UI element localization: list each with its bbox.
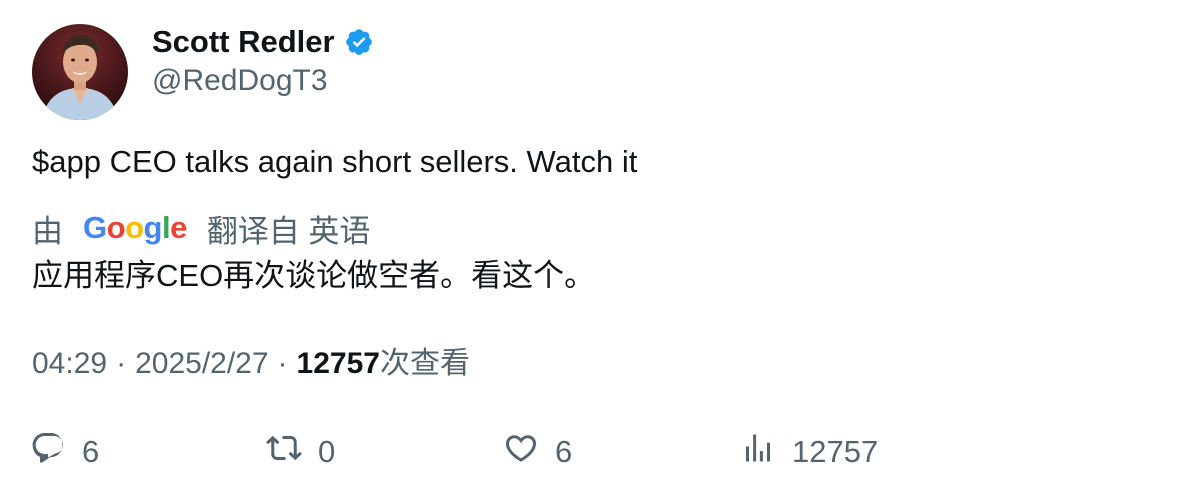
heart-icon — [503, 430, 539, 474]
author-display-name[interactable]: Scott Redler — [152, 24, 335, 60]
action-bar: 6 0 6 12757 — [0, 430, 1196, 474]
avatar[interactable] — [32, 24, 128, 120]
reply-count: 6 — [82, 434, 100, 469]
views-label: 次查看 — [379, 347, 470, 380]
tweet-date[interactable]: 2025/2/27 — [135, 342, 268, 386]
avatar-image — [32, 24, 128, 120]
tweet-time[interactable]: 04:29 — [32, 342, 107, 386]
reply-icon — [30, 430, 66, 474]
meta-separator: · — [277, 347, 288, 380]
tweet-meta: 04:29 · 2025/2/27 · 12757 次查看 — [32, 342, 470, 386]
author-block: Scott Redler @RedDogT3 — [152, 22, 374, 98]
analytics-icon — [740, 430, 776, 474]
views-count: 12757 — [296, 347, 380, 380]
verified-badge-icon[interactable] — [344, 27, 374, 57]
meta-separator: · — [116, 347, 127, 380]
tweet-text: $app CEO talks again short sellers. Watc… — [32, 144, 638, 179]
translation-attribution: 由 Google 翻译自 英语 — [32, 206, 370, 250]
author-handle[interactable]: @RedDogT3 — [152, 64, 374, 98]
retweet-count: 0 — [318, 434, 336, 469]
views-button[interactable]: 12757 — [740, 430, 878, 474]
retweet-button[interactable]: 0 — [266, 430, 335, 474]
google-logo[interactable]: Google — [83, 210, 187, 246]
name-row: Scott Redler — [152, 22, 374, 62]
translation-source-label: 翻译自 英语 — [206, 213, 371, 249]
translated-text: 应用程序CEO再次谈论做空者。看这个。 — [32, 258, 596, 293]
retweet-icon — [266, 430, 302, 474]
like-button[interactable]: 6 — [503, 430, 572, 474]
translation-prefix: 由 — [32, 213, 63, 249]
views-action-count: 12757 — [792, 434, 879, 469]
like-count: 6 — [555, 434, 573, 469]
reply-button[interactable]: 6 — [30, 430, 99, 474]
